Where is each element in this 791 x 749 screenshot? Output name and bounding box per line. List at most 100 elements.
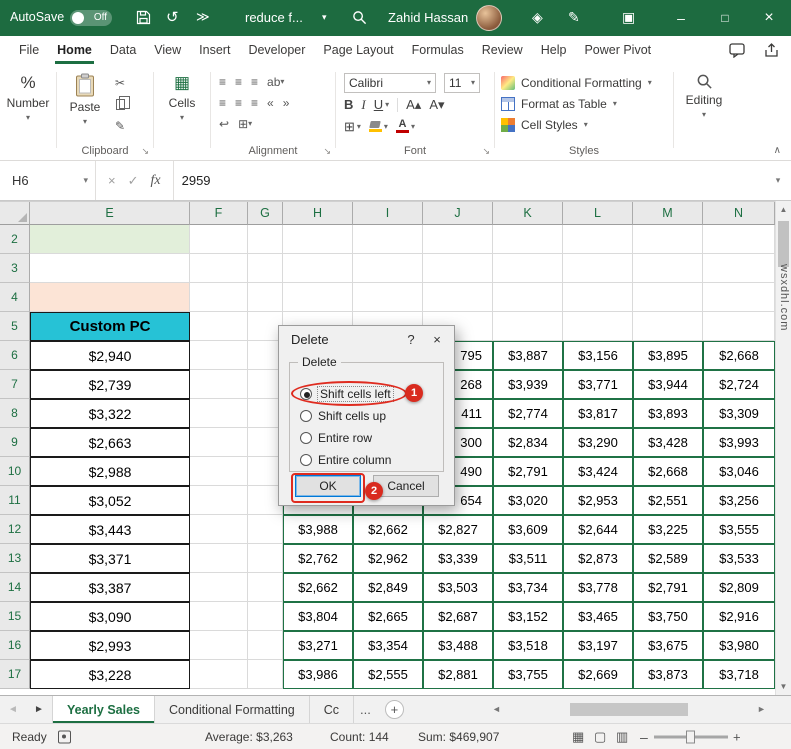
align-bottom-icon[interactable]: ≡ <box>251 75 258 89</box>
cell-L3[interactable] <box>563 254 633 283</box>
cell-E15[interactable]: $3,090 <box>30 602 190 631</box>
cell-F6[interactable] <box>190 341 248 370</box>
cell-M16[interactable]: $3,675 <box>633 631 703 660</box>
cell-F14[interactable] <box>190 573 248 602</box>
cell-N13[interactable]: $3,533 <box>703 544 775 573</box>
scroll-down-icon[interactable]: ▼ <box>776 682 791 691</box>
column-header-M[interactable]: M <box>633 202 703 225</box>
cell-M3[interactable] <box>633 254 703 283</box>
borders-icon[interactable]: ⊞▾ <box>344 119 361 135</box>
cell-M13[interactable]: $2,589 <box>633 544 703 573</box>
cell-L11[interactable]: $2,953 <box>563 486 633 515</box>
cell-J16[interactable]: $3,488 <box>423 631 493 660</box>
cell-L16[interactable]: $3,197 <box>563 631 633 660</box>
cell-I2[interactable] <box>353 225 423 254</box>
cell-M12[interactable]: $3,225 <box>633 515 703 544</box>
cell-I13[interactable]: $2,962 <box>353 544 423 573</box>
cell-F12[interactable] <box>190 515 248 544</box>
cell-J13[interactable]: $3,339 <box>423 544 493 573</box>
cell-K12[interactable]: $3,609 <box>493 515 563 544</box>
cell-M17[interactable]: $3,873 <box>633 660 703 689</box>
align-top-icon[interactable]: ≡ <box>219 75 226 89</box>
cancel-button[interactable]: Cancel <box>373 475 439 497</box>
cell-F16[interactable] <box>190 631 248 660</box>
dialog-title-bar[interactable]: Delete ? × <box>279 326 454 352</box>
cell-N14[interactable]: $2,809 <box>703 573 775 602</box>
cell-I4[interactable] <box>353 283 423 312</box>
format-as-table-button[interactable]: Format as Table▾ <box>495 94 673 113</box>
cell-E9[interactable]: $2,663 <box>30 428 190 457</box>
scroll-up-icon[interactable]: ▲ <box>776 205 791 214</box>
cell-I3[interactable] <box>353 254 423 283</box>
cell-F10[interactable] <box>190 457 248 486</box>
row-header-3[interactable]: 3 <box>0 254 30 283</box>
row-header-15[interactable]: 15 <box>0 602 30 631</box>
cell-M6[interactable]: $3,895 <box>633 341 703 370</box>
cell-F15[interactable] <box>190 602 248 631</box>
save-icon[interactable] <box>136 10 151 30</box>
cell-E17[interactable]: $3,228 <box>30 660 190 689</box>
comment-icon[interactable] <box>729 43 745 63</box>
row-header-14[interactable]: 14 <box>0 573 30 602</box>
column-header-E[interactable]: E <box>30 202 190 225</box>
cell-J12[interactable]: $2,827 <box>423 515 493 544</box>
cell-I15[interactable]: $2,665 <box>353 602 423 631</box>
bold-button[interactable]: B <box>344 97 353 112</box>
column-header-K[interactable]: K <box>493 202 563 225</box>
cell-M7[interactable]: $3,944 <box>633 370 703 399</box>
align-right-icon[interactable]: ≡ <box>251 96 258 110</box>
underline-button[interactable]: U▾ <box>374 97 389 112</box>
cell-K6[interactable]: $3,887 <box>493 341 563 370</box>
cell-E7[interactable]: $2,739 <box>30 370 190 399</box>
search-icon[interactable] <box>352 10 367 30</box>
ribbon-tab-data[interactable]: Data <box>101 36 145 64</box>
option-entire-column[interactable]: Entire column <box>300 449 443 471</box>
cell-N2[interactable] <box>703 225 775 254</box>
align-left-icon[interactable]: ≡ <box>219 96 226 110</box>
cell-F17[interactable] <box>190 660 248 689</box>
cancel-entry-icon[interactable]: × <box>108 173 116 188</box>
cell-M4[interactable] <box>633 283 703 312</box>
row-header-5[interactable]: 5 <box>0 312 30 341</box>
clipboard-dialog-launcher-icon[interactable]: ↘ <box>141 146 149 157</box>
cell-E14[interactable]: $3,387 <box>30 573 190 602</box>
cell-N12[interactable]: $3,555 <box>703 515 775 544</box>
sheet-nav-left-icon[interactable]: ◄ <box>0 696 26 723</box>
page-break-view-icon[interactable]: ▥ <box>616 729 628 745</box>
ribbon-tab-review[interactable]: Review <box>473 36 532 64</box>
minimize-button[interactable]: – <box>659 0 703 36</box>
insert-function-icon[interactable]: fx <box>151 173 161 189</box>
cell-styles-button[interactable]: Cell Styles▾ <box>495 115 673 134</box>
ok-button[interactable]: OK <box>295 475 361 497</box>
wrap-text-icon[interactable]: ↩ <box>219 117 229 131</box>
cell-K14[interactable]: $3,734 <box>493 573 563 602</box>
cell-N11[interactable]: $3,256 <box>703 486 775 515</box>
cell-K2[interactable] <box>493 225 563 254</box>
cell-M9[interactable]: $3,428 <box>633 428 703 457</box>
confirm-entry-icon[interactable]: ✓ <box>128 173 139 189</box>
align-center-icon[interactable]: ≡ <box>235 96 242 110</box>
column-header-G[interactable]: G <box>248 202 283 225</box>
row-header-8[interactable]: 8 <box>0 399 30 428</box>
zoom-slider-thumb[interactable] <box>686 730 695 743</box>
cell-G12[interactable] <box>248 515 283 544</box>
page-layout-view-icon[interactable]: ▢ <box>594 729 606 745</box>
cell-E4[interactable] <box>30 283 190 312</box>
row-header-16[interactable]: 16 <box>0 631 30 660</box>
macro-record-icon[interactable] <box>58 730 71 743</box>
pencil-icon[interactable]: ✎ <box>568 9 580 26</box>
cell-J17[interactable]: $2,881 <box>423 660 493 689</box>
font-name-select[interactable]: Calibri▾ <box>344 73 436 93</box>
cell-N8[interactable]: $3,309 <box>703 399 775 428</box>
close-window-button[interactable]: × <box>747 0 791 36</box>
cell-N17[interactable]: $3,718 <box>703 660 775 689</box>
column-header-L[interactable]: L <box>563 202 633 225</box>
cell-N9[interactable]: $3,993 <box>703 428 775 457</box>
cell-G3[interactable] <box>248 254 283 283</box>
font-size-select[interactable]: 11▾ <box>444 73 480 93</box>
cell-F2[interactable] <box>190 225 248 254</box>
cell-F7[interactable] <box>190 370 248 399</box>
cell-L15[interactable]: $3,465 <box>563 602 633 631</box>
formula-input[interactable]: 2959 <box>174 161 765 200</box>
cell-E11[interactable]: $3,052 <box>30 486 190 515</box>
